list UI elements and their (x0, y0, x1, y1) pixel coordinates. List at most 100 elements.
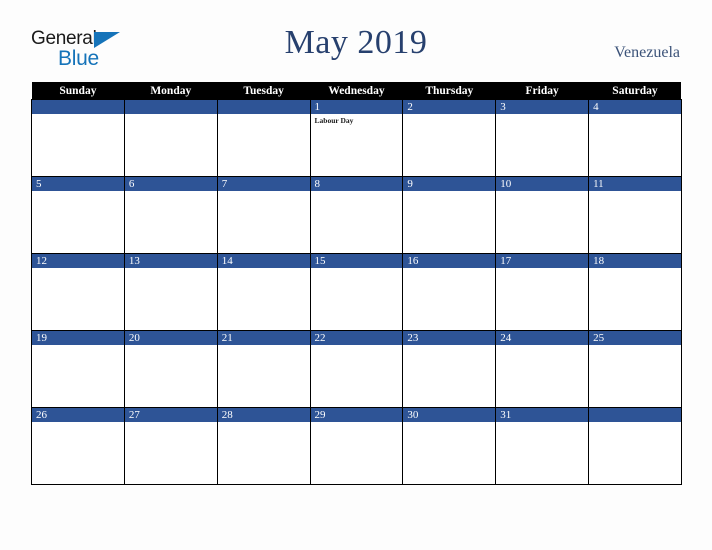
calendar-day-cell[interactable]: 22 (309, 330, 404, 408)
day-cell-body (589, 268, 681, 330)
calendar-day-cell[interactable]: 7 (216, 176, 311, 254)
calendar-day-cell[interactable]: 12 (31, 253, 125, 331)
day-number: 16 (403, 254, 496, 268)
day-number: 25 (589, 331, 681, 345)
day-cell-body (589, 191, 681, 253)
day-cell-body (310, 268, 403, 330)
day-cell-body (403, 422, 496, 484)
day-cell-body (403, 191, 496, 253)
day-cell-body (217, 345, 310, 407)
day-number: 29 (310, 408, 403, 422)
day-cell-body (217, 422, 310, 484)
day-number: 3 (496, 100, 589, 114)
calendar-day-cell[interactable]: 16 (402, 253, 497, 331)
day-cell-body (32, 191, 124, 253)
day-cell-body (310, 422, 403, 484)
day-number: 9 (403, 177, 496, 191)
day-number: 31 (496, 408, 589, 422)
day-cell-body (589, 422, 681, 484)
calendar-table: Sunday Monday Tuesday Wednesday Thursday… (31, 82, 682, 485)
calendar-day-cell[interactable]: 19 (31, 330, 125, 408)
day-cell-body (310, 345, 403, 407)
day-number: 30 (403, 408, 496, 422)
calendar-day-cell[interactable]: 1 Labour Day (309, 99, 404, 177)
day-cell-body (124, 114, 217, 176)
calendar-week-row: 19 20 21 22 23 24 25 (31, 330, 682, 408)
page-title: May 2019 (284, 24, 428, 61)
day-number: 23 (403, 331, 496, 345)
day-cell-body (32, 114, 124, 176)
weekday-header-row: Sunday Monday Tuesday Wednesday Thursday… (31, 82, 682, 100)
day-number (217, 100, 310, 114)
day-cell-body (124, 345, 217, 407)
calendar-day-cell[interactable]: 27 (123, 407, 218, 485)
calendar-container: Sunday Monday Tuesday Wednesday Thursday… (31, 82, 682, 485)
calendar-day-cell[interactable]: 29 (309, 407, 404, 485)
calendar-body: 1 Labour Day 2 3 4 5 6 7 8 9 10 11 12 13 14 15 16 17 18 19 2… (31, 99, 682, 485)
day-cell-body (496, 422, 589, 484)
calendar-day-cell[interactable]: 31 (495, 407, 590, 485)
day-cell-body (124, 268, 217, 330)
calendar-day-cell[interactable]: 11 (588, 176, 682, 254)
weekday-header-tuesday: Tuesday (217, 82, 311, 100)
calendar-day-cell[interactable]: 5 (31, 176, 125, 254)
calendar-day-cell[interactable]: 24 (495, 330, 590, 408)
calendar-day-cell[interactable] (588, 407, 682, 485)
calendar-week-row: 12 13 14 15 16 17 18 (31, 253, 682, 331)
calendar-day-cell[interactable] (31, 99, 125, 177)
calendar-day-cell[interactable] (216, 99, 311, 177)
calendar-day-cell[interactable] (123, 99, 218, 177)
calendar-day-cell[interactable]: 20 (123, 330, 218, 408)
day-number: 15 (310, 254, 403, 268)
calendar-day-cell[interactable]: 6 (123, 176, 218, 254)
day-cell-body (496, 345, 589, 407)
day-number: 4 (589, 100, 681, 114)
day-number: 13 (124, 254, 217, 268)
calendar-day-cell[interactable]: 17 (495, 253, 590, 331)
day-number: 28 (217, 408, 310, 422)
calendar-day-cell[interactable]: 21 (216, 330, 311, 408)
day-number: 20 (124, 331, 217, 345)
day-number: 5 (32, 177, 124, 191)
day-number: 26 (32, 408, 124, 422)
day-cell-body (496, 268, 589, 330)
day-number (589, 408, 681, 422)
weekday-header-friday: Friday (495, 82, 589, 100)
day-cell-body (403, 268, 496, 330)
calendar-day-cell[interactable]: 26 (31, 407, 125, 485)
calendar-week-row: 1 Labour Day 2 3 4 (31, 99, 682, 177)
day-cell-body (589, 345, 681, 407)
day-number: 19 (32, 331, 124, 345)
calendar-day-cell[interactable]: 2 (402, 99, 497, 177)
calendar-day-cell[interactable]: 3 (495, 99, 590, 177)
calendar-day-cell[interactable]: 30 (402, 407, 497, 485)
day-number: 24 (496, 331, 589, 345)
country-label: Venezuela (614, 44, 680, 61)
calendar-day-cell[interactable]: 4 (588, 99, 682, 177)
day-number: 10 (496, 177, 589, 191)
day-number: 2 (403, 100, 496, 114)
weekday-header-thursday: Thursday (402, 82, 496, 100)
calendar-week-row: 26 27 28 29 30 31 (31, 407, 682, 485)
day-cell-body (32, 268, 124, 330)
weekday-header-monday: Monday (124, 82, 218, 100)
day-cell-body (217, 268, 310, 330)
day-number: 22 (310, 331, 403, 345)
calendar-day-cell[interactable]: 25 (588, 330, 682, 408)
calendar-day-cell[interactable]: 10 (495, 176, 590, 254)
day-cell-body (589, 114, 681, 176)
day-cell-body (310, 191, 403, 253)
calendar-day-cell[interactable]: 28 (216, 407, 311, 485)
day-number: 17 (496, 254, 589, 268)
page-header: General Blue May 2019 Venezuela (0, 0, 712, 69)
calendar-day-cell[interactable]: 15 (309, 253, 404, 331)
calendar-day-cell[interactable]: 14 (216, 253, 311, 331)
day-cell-body (32, 422, 124, 484)
calendar-day-cell[interactable]: 9 (402, 176, 497, 254)
calendar-day-cell[interactable]: 23 (402, 330, 497, 408)
day-number: 7 (217, 177, 310, 191)
day-number: 11 (589, 177, 681, 191)
calendar-day-cell[interactable]: 13 (123, 253, 218, 331)
calendar-day-cell[interactable]: 8 (309, 176, 404, 254)
calendar-day-cell[interactable]: 18 (588, 253, 682, 331)
